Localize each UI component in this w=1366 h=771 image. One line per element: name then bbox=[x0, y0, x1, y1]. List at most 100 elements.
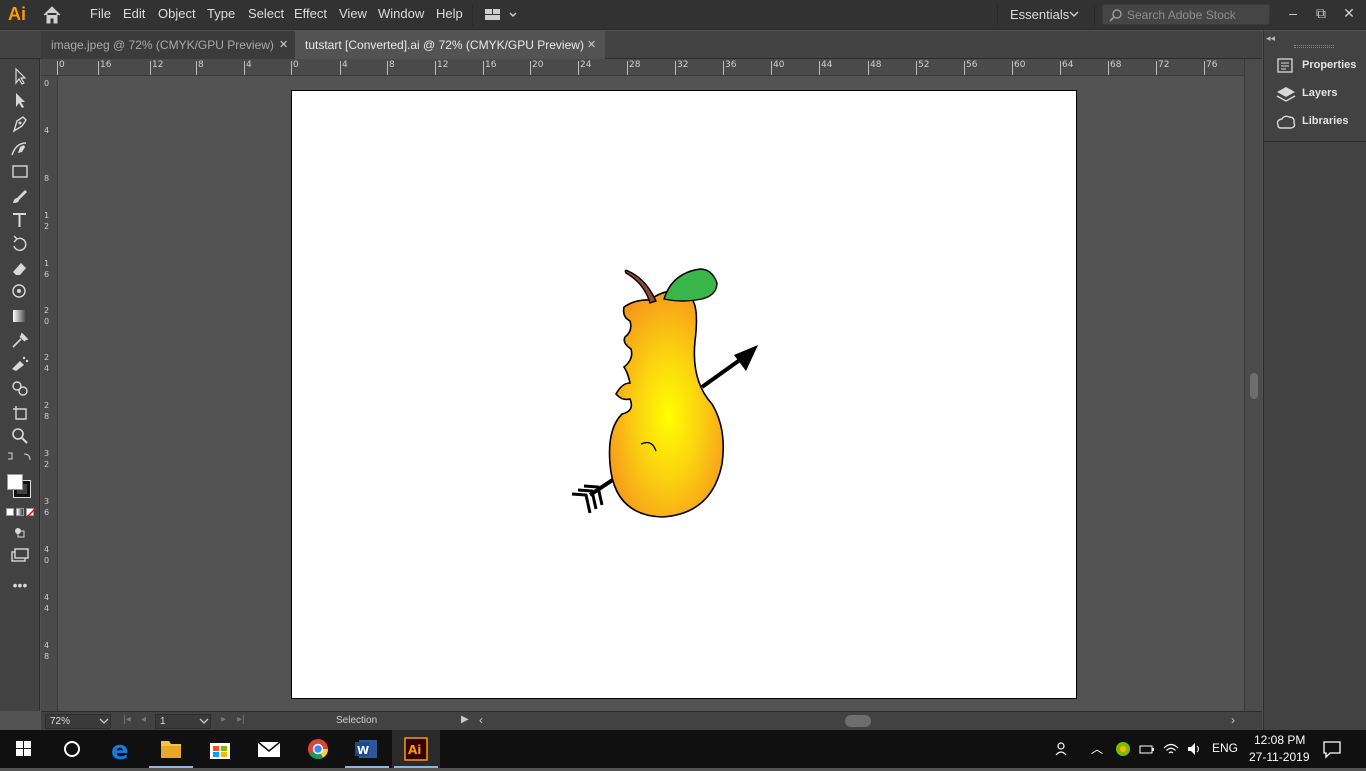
puppet-warp-tool-icon[interactable] bbox=[8, 281, 32, 303]
tab-label: tutstart [Converted].ai @ 72% (CMYK/GPU … bbox=[305, 38, 584, 52]
prev-artboard-icon[interactable]: ◂ bbox=[141, 714, 146, 725]
ruler-tick-label: 0 bbox=[44, 79, 50, 88]
chrome-icon[interactable] bbox=[294, 730, 342, 768]
ruler-tick-label: 16 bbox=[485, 60, 497, 70]
arrange-documents-icon[interactable] bbox=[484, 7, 520, 23]
scroll-thumb[interactable] bbox=[1250, 373, 1258, 399]
collapse-icon[interactable]: ◂◂ bbox=[1266, 33, 1275, 44]
search-placeholder: Search Adobe Stock bbox=[1127, 8, 1236, 22]
last-artboard-icon[interactable]: ▸| bbox=[237, 714, 245, 725]
tab-image-jpeg[interactable]: image.jpeg @ 72% (CMYK/GPU Preview) ✕ bbox=[41, 31, 296, 59]
windows-start-icon[interactable] bbox=[0, 730, 48, 768]
libraries-icon bbox=[1276, 115, 1296, 129]
word-icon[interactable]: W bbox=[343, 730, 391, 768]
menu-help[interactable]: Help bbox=[436, 6, 463, 21]
action-center-icon[interactable] bbox=[1322, 739, 1342, 762]
menu-object[interactable]: Object bbox=[158, 6, 196, 21]
menu-bar: Ai File Edit Object Type Select Effect V… bbox=[0, 0, 1366, 30]
menu-file[interactable]: File bbox=[90, 6, 111, 21]
scroll-left-icon[interactable]: ‹ bbox=[479, 713, 483, 727]
eyedropper-tool-icon[interactable] bbox=[8, 329, 32, 351]
ruler-tick-label: 4 bbox=[44, 126, 50, 135]
language-indicator[interactable]: ENG bbox=[1212, 741, 1238, 755]
eraser-tool-icon[interactable] bbox=[8, 257, 32, 279]
ruler-vertical: 04812162024283236404448 bbox=[41, 76, 58, 711]
pen-tool-icon[interactable] bbox=[8, 113, 32, 135]
menu-type[interactable]: Type bbox=[207, 6, 235, 21]
canvas-area[interactable] bbox=[58, 76, 1244, 711]
restore-icon[interactable]: ⧉ bbox=[1311, 4, 1331, 22]
chevron-down-icon[interactable] bbox=[99, 718, 109, 726]
volume-icon[interactable] bbox=[1186, 740, 1204, 761]
ruler-tick-label: 4 bbox=[342, 60, 348, 70]
tab-label: image.jpeg @ 72% (CMYK/GPU Preview) bbox=[51, 38, 274, 52]
panel-libraries[interactable]: Libraries bbox=[1272, 111, 1362, 133]
wifi-icon[interactable] bbox=[1162, 740, 1180, 761]
panel-grip[interactable] bbox=[1294, 45, 1334, 48]
show-hidden-icons-icon[interactable]: ︿ bbox=[1091, 740, 1103, 757]
fill-stroke-swatch[interactable] bbox=[5, 472, 33, 500]
zoom-tool-icon[interactable] bbox=[8, 425, 32, 447]
ruler-tick-label: 60 bbox=[1014, 60, 1026, 70]
status-menu-icon[interactable]: ▶ bbox=[461, 714, 469, 725]
close-tab-icon[interactable]: ✕ bbox=[279, 31, 288, 59]
home-icon[interactable] bbox=[40, 4, 64, 26]
curvature-tool-icon[interactable] bbox=[8, 137, 32, 159]
cortana-search-icon[interactable] bbox=[48, 730, 96, 768]
tools-panel: ••• bbox=[0, 59, 40, 711]
ruler-tick-label: 32 bbox=[677, 60, 689, 70]
illustrator-icon[interactable]: Ai bbox=[392, 730, 440, 768]
ruler-tick-label: 44 bbox=[44, 593, 50, 613]
file-explorer-icon[interactable] bbox=[147, 730, 195, 768]
tray-app-icon[interactable] bbox=[1114, 740, 1132, 761]
close-icon[interactable]: ✕ bbox=[1339, 4, 1359, 22]
tab-tutstart[interactable]: tutstart [Converted].ai @ 72% (CMYK/GPU … bbox=[295, 31, 605, 59]
menu-view[interactable]: View bbox=[339, 6, 367, 21]
battery-icon[interactable] bbox=[1138, 740, 1156, 761]
menu-edit[interactable]: Edit bbox=[123, 6, 145, 21]
panel-properties[interactable]: Properties bbox=[1272, 55, 1362, 77]
ruler-tick-label: 24 bbox=[580, 60, 592, 70]
edge-browser-icon[interactable]: e bbox=[98, 730, 146, 768]
type-tool-icon[interactable] bbox=[8, 209, 32, 231]
store-icon[interactable] bbox=[196, 730, 244, 768]
ruler-horizontal: 0 16 12 8 4 0 4 8 12 16 20 24 28 32 36 40 44 48 52 56 60 64 68… bbox=[41, 59, 1244, 76]
drawing-modes-icon[interactable] bbox=[8, 521, 32, 543]
mail-icon[interactable] bbox=[245, 730, 293, 768]
swap-colors-icon[interactable] bbox=[5, 449, 32, 471]
chevron-down-icon[interactable] bbox=[1069, 10, 1079, 18]
symbol-sprayer-tool-icon[interactable] bbox=[8, 353, 32, 375]
vertical-scrollbar[interactable] bbox=[1244, 59, 1262, 711]
next-artboard-icon[interactable]: ▸ bbox=[221, 714, 226, 725]
gradient-tool-icon[interactable] bbox=[8, 305, 32, 327]
color-mode-icons[interactable] bbox=[6, 507, 36, 517]
paintbrush-tool-icon[interactable] bbox=[8, 185, 32, 207]
shape-builder-tool-icon[interactable] bbox=[8, 377, 32, 399]
chevron-down-icon[interactable] bbox=[199, 718, 209, 726]
clock-date[interactable]: 27-11-2019 bbox=[1249, 750, 1310, 764]
artboard[interactable] bbox=[291, 90, 1077, 699]
pear-with-arrow-artwork[interactable] bbox=[552, 259, 812, 529]
selection-tool-icon[interactable] bbox=[8, 65, 32, 87]
properties-icon bbox=[1277, 58, 1293, 73]
clock-time[interactable]: 12:08 PM bbox=[1254, 733, 1305, 747]
horizontal-scroll-thumb[interactable] bbox=[845, 715, 871, 727]
first-artboard-icon[interactable]: |◂ bbox=[123, 714, 131, 725]
search-icon bbox=[1109, 9, 1122, 22]
more-tools-icon[interactable]: ••• bbox=[8, 577, 32, 599]
screen-mode-icon[interactable] bbox=[8, 545, 32, 567]
people-icon[interactable] bbox=[1054, 740, 1072, 761]
menu-effect[interactable]: Effect bbox=[294, 6, 327, 21]
close-tab-icon[interactable]: ✕ bbox=[587, 31, 596, 59]
minimize-icon[interactable]: – bbox=[1283, 4, 1303, 22]
artboard-tool-icon[interactable] bbox=[8, 401, 32, 423]
rectangle-tool-icon[interactable] bbox=[8, 161, 32, 183]
scroll-right-icon[interactable]: › bbox=[1231, 713, 1235, 727]
search-adobe-stock-input[interactable]: Search Adobe Stock bbox=[1102, 4, 1270, 25]
menu-select[interactable]: Select bbox=[248, 6, 284, 21]
rotate-tool-icon[interactable] bbox=[8, 233, 32, 255]
direct-selection-tool-icon[interactable] bbox=[8, 89, 32, 111]
menu-window[interactable]: Window bbox=[378, 6, 424, 21]
panel-layers[interactable]: Layers bbox=[1272, 83, 1362, 105]
workspace-switcher[interactable]: Essentials bbox=[1010, 7, 1069, 22]
